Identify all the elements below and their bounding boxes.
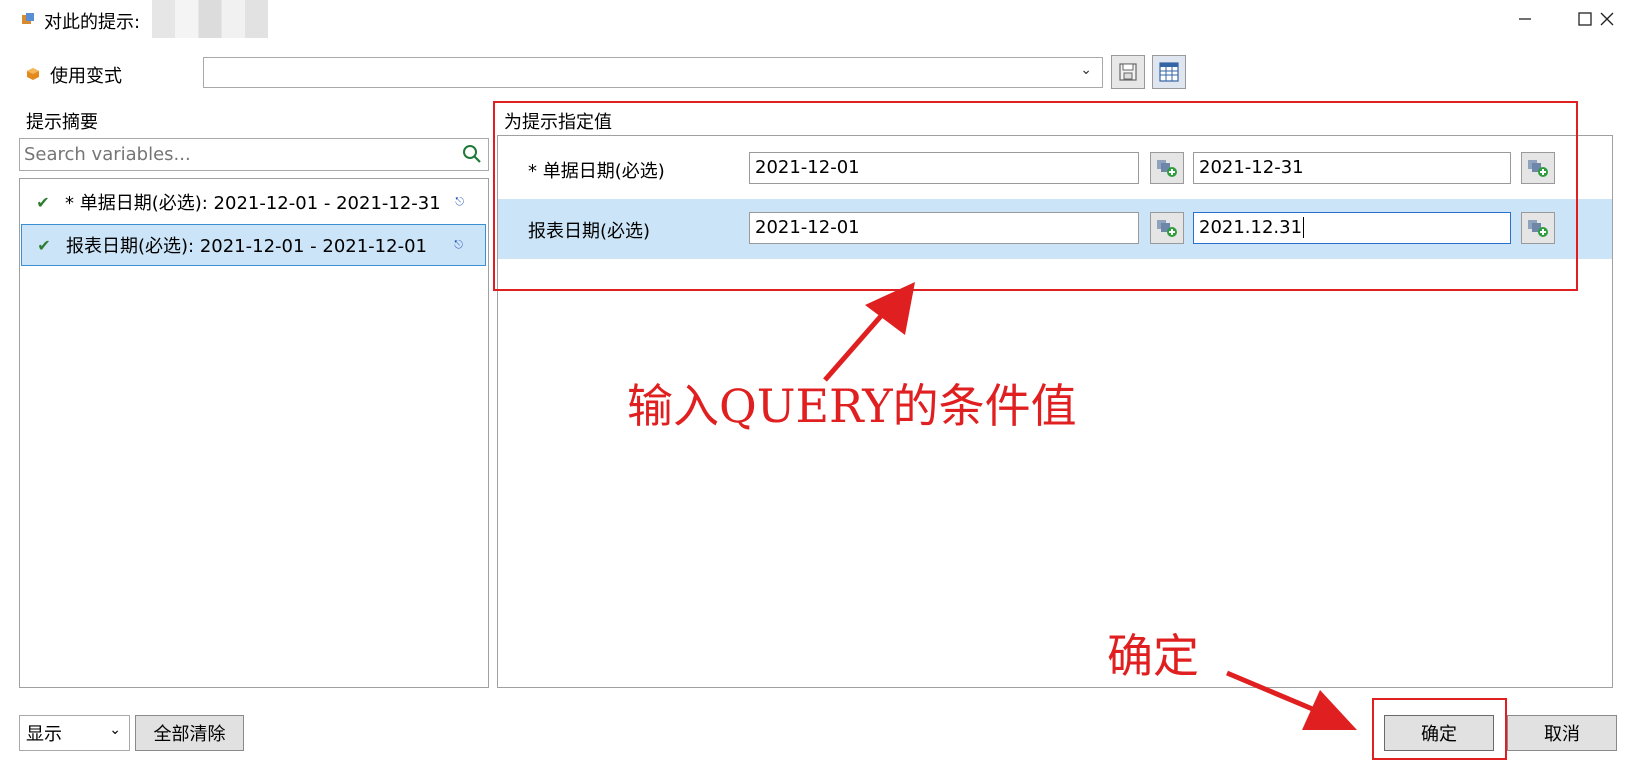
ok-button[interactable]: 确定 <box>1384 715 1494 751</box>
summary-item-text: * 单据日期(必选): 2021-12-01 - 2021-12-31 <box>65 193 441 214</box>
close-button[interactable] <box>1577 0 1637 38</box>
table-icon <box>1159 62 1179 82</box>
display-select-value: 显示 <box>26 724 62 745</box>
variant-icon <box>26 65 40 86</box>
cancel-button[interactable]: 取消 <box>1507 715 1617 751</box>
summary-item[interactable]: ✔ * 单据日期(必选): 2021-12-01 - 2021-12-31 ⎋ <box>21 182 486 222</box>
window-title: 对此的提示: <box>44 12 141 33</box>
summary-heading: 提示摘要 <box>26 112 98 133</box>
chevron-down-icon: ⌄ <box>109 722 121 738</box>
search-input[interactable] <box>20 139 448 169</box>
summary-item-selected[interactable]: ✔ 报表日期(必选): 2021-12-01 - 2021-12-01 ⎋ <box>21 224 486 266</box>
table-view-button[interactable] <box>1152 55 1186 89</box>
save-icon <box>1119 63 1137 81</box>
pin-icon[interactable]: ⎋ <box>455 195 464 209</box>
app-icon <box>20 11 36 32</box>
redacted-title-area <box>152 0 268 38</box>
close-icon <box>1600 12 1614 26</box>
search-icon[interactable] <box>462 144 482 169</box>
annotation-arrow-down <box>1226 670 1357 730</box>
check-icon: ✔ <box>36 192 50 212</box>
minimize-button[interactable] <box>1495 0 1555 38</box>
check-icon: ✔ <box>37 235 51 255</box>
chevron-down-icon: ⌄ <box>1080 62 1092 78</box>
display-select[interactable]: 显示 ⌄ <box>19 715 130 751</box>
clear-all-button[interactable]: 全部清除 <box>135 715 244 751</box>
pin-icon[interactable]: ⎋ <box>454 238 463 252</box>
annotation-confirm-note: 确定 <box>1107 629 1199 683</box>
annotation-arrow-up <box>823 282 915 382</box>
search-box[interactable] <box>19 138 489 171</box>
variant-label: 使用变式 <box>50 66 122 87</box>
summary-item-text: 报表日期(必选): 2021-12-01 - 2021-12-01 <box>66 236 427 257</box>
minimize-icon <box>1519 18 1531 20</box>
variant-select[interactable]: ⌄ <box>203 57 1103 88</box>
save-variant-button[interactable] <box>1111 55 1145 89</box>
annotation-box-values <box>493 101 1578 291</box>
